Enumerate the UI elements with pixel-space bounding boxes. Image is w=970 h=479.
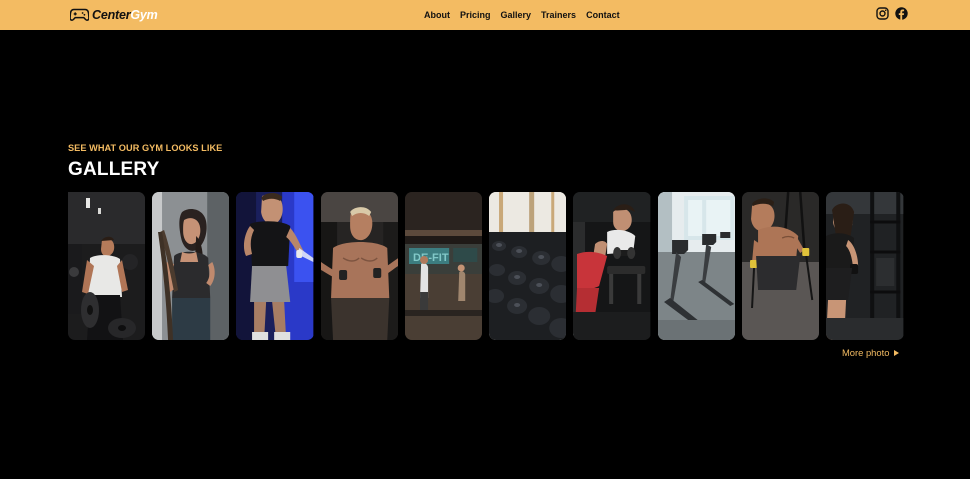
photo-gallery: DE-FIT <box>68 192 904 340</box>
gallery-photo-9[interactable] <box>742 192 820 340</box>
more-photo-label: More photo <box>842 347 890 358</box>
gallery-photo-2[interactable] <box>152 192 230 340</box>
logo-text-center: Center <box>92 8 131 22</box>
gallery-photo-8[interactable] <box>657 192 736 340</box>
gallery-photo-5[interactable]: DE-FIT <box>404 192 483 340</box>
gallery-title: GALLERY <box>68 159 160 180</box>
nav-link-pricing[interactable]: Pricing <box>460 10 491 20</box>
logo-link[interactable]: CenterGym <box>70 6 158 24</box>
gallery-photo-10[interactable] <box>826 192 904 340</box>
nav-link-trainers[interactable]: Trainers <box>541 10 576 20</box>
nav-link-about[interactable]: About <box>424 10 450 20</box>
logo-text-gym: Gym <box>130 8 158 22</box>
nav-link-contact[interactable]: Contact <box>586 10 620 20</box>
logo-text: CenterGym <box>92 8 158 22</box>
more-photo-link[interactable]: More photo <box>842 347 900 358</box>
instagram-icon[interactable] <box>876 7 889 20</box>
gamepad-icon <box>70 8 89 22</box>
gallery-photo-4[interactable] <box>320 192 398 340</box>
facebook-icon[interactable] <box>895 7 908 20</box>
svg-text:DE-FIT: DE-FIT <box>413 252 449 264</box>
gallery-kicker: SEE WHAT OUR GYM LOOKS LIKE <box>68 143 223 153</box>
top-navigation-bar: CenterGym About Pricing Gallery Trainers… <box>0 0 970 30</box>
gallery-photo-7[interactable] <box>573 192 651 340</box>
gallery-photo-1[interactable] <box>68 192 145 340</box>
main-nav: About Pricing Gallery Trainers Contact <box>424 0 620 30</box>
gallery-photo-3[interactable] <box>236 192 314 340</box>
gallery-photo-6[interactable] <box>489 192 567 340</box>
social-links <box>876 7 908 20</box>
caret-right-icon <box>894 349 900 356</box>
nav-link-gallery[interactable]: Gallery <box>501 10 532 20</box>
